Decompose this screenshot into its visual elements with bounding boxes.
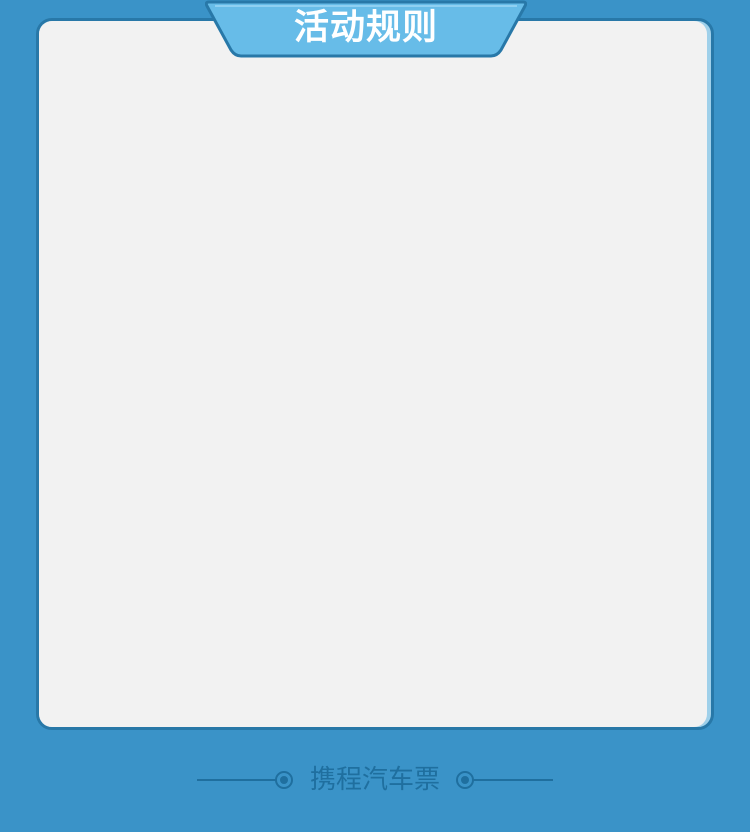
rules-panel bbox=[36, 18, 714, 730]
footer-dot-left-icon bbox=[275, 771, 293, 789]
footer-dot-right-icon bbox=[456, 771, 474, 789]
footer-divider-left bbox=[197, 779, 277, 781]
footer-divider-right bbox=[473, 779, 553, 781]
page-title: 活动规则 bbox=[293, 8, 438, 48]
title-tab: 活动规则 bbox=[205, 0, 527, 60]
rules-content-area bbox=[39, 21, 707, 727]
footer-brand-bar: 携程汽车票 bbox=[0, 758, 750, 802]
footer-brand-label: 携程汽车票 bbox=[309, 765, 440, 795]
